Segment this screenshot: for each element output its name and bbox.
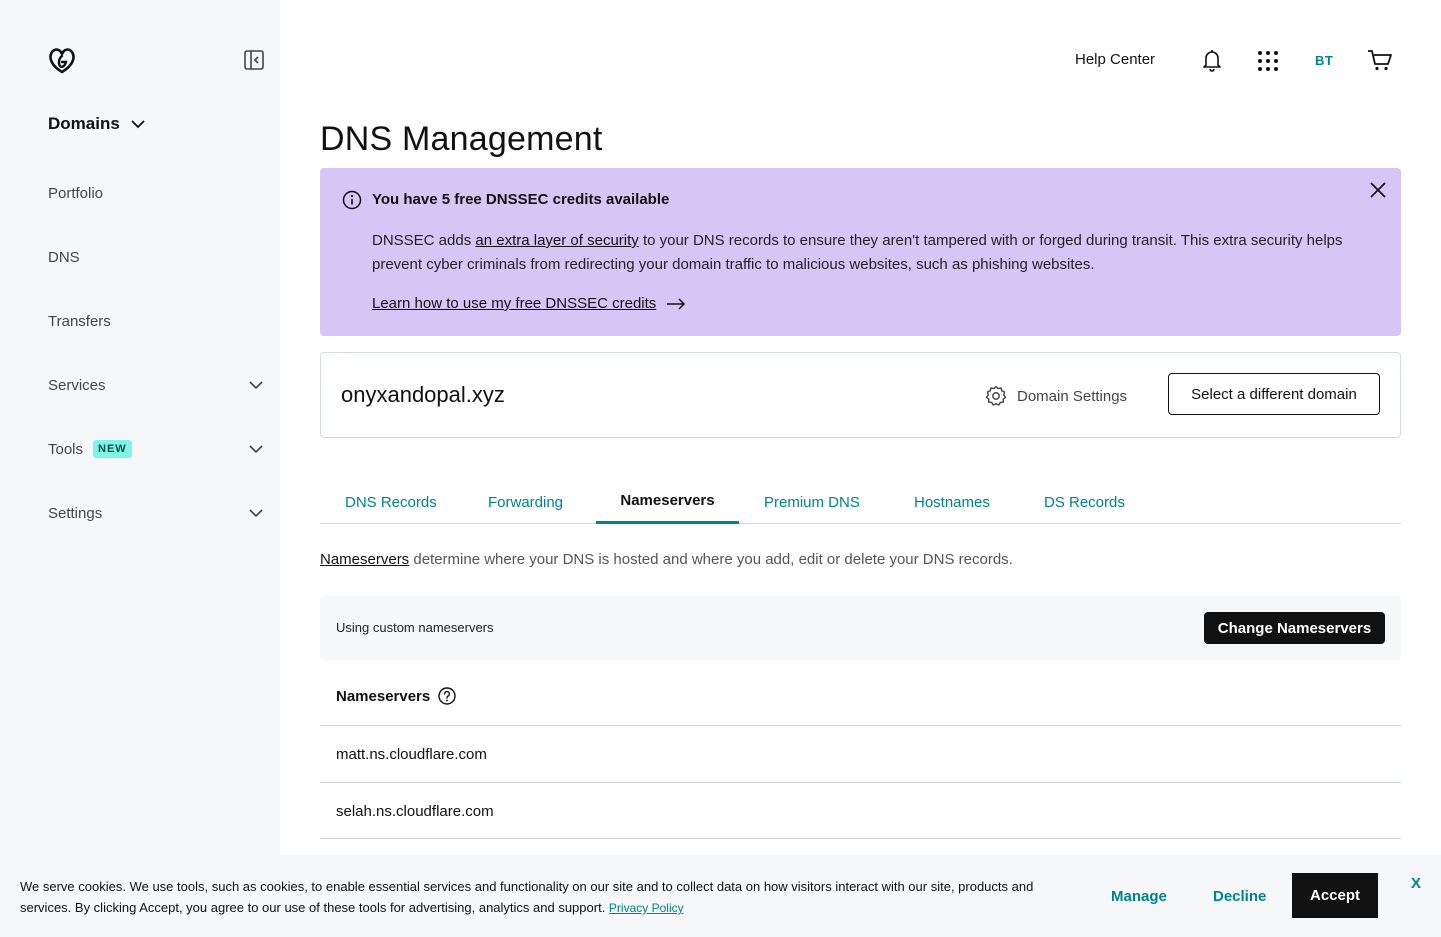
tab-forwarding[interactable]: Forwarding	[463, 480, 588, 524]
tab-dns-records[interactable]: DNS Records	[320, 480, 462, 524]
learn-dnssec-link[interactable]: Learn how to use my free DNSSEC credits	[372, 295, 686, 312]
sidebar-item-transfers[interactable]: Transfers	[48, 306, 264, 336]
nameservers-header-label: Nameservers	[336, 687, 431, 705]
cookie-accept-button[interactable]: Accept	[1292, 873, 1378, 918]
tab-premium-dns[interactable]: Premium DNS	[739, 480, 885, 524]
sidebar-section-title: Domains	[48, 114, 120, 133]
dns-tabs: DNS Records Forwarding Nameservers Premi…	[320, 480, 1401, 524]
chevron-down-icon	[249, 381, 263, 390]
domain-card: onyxandopal.xyz Domain Settings Select a…	[320, 352, 1401, 438]
sidebar: Domains Portfolio DNS Transfers Services…	[0, 0, 280, 937]
sidebar-item-label: DNS	[48, 248, 80, 266]
sidebar-item-label: Tools	[48, 440, 84, 458]
learn-dnssec-link-text[interactable]: Learn how to use my free DNSSEC credits	[372, 295, 656, 312]
privacy-policy-link[interactable]: Privacy Policy	[609, 901, 684, 915]
nameserver-value: selah.ns.cloudflare.com	[336, 803, 494, 820]
nameservers-description-text: determine where your DNS is hosted and w…	[409, 551, 1013, 568]
cookie-decline-button[interactable]: Decline	[1213, 888, 1266, 905]
cookie-close-button[interactable]: X	[1411, 875, 1421, 892]
nameserver-status-text: Using custom nameservers	[336, 620, 494, 635]
table-row: matt.ns.cloudflare.com	[320, 725, 1401, 782]
sidebar-item-services[interactable]: Services	[48, 370, 264, 400]
cookie-text: We serve cookies. We use tools, such as …	[20, 876, 1060, 919]
sidebar-item-label: Services	[48, 376, 106, 394]
nameserver-status-bar: Using custom nameservers Change Nameserv…	[320, 596, 1401, 660]
cookie-text-body: We serve cookies. We use tools, such as …	[20, 879, 1034, 915]
sidebar-section-domains[interactable]: Domains	[48, 114, 146, 134]
sidebar-item-label: Transfers	[48, 312, 111, 330]
bell-icon[interactable]	[1201, 48, 1223, 72]
tab-nameservers[interactable]: Nameservers	[596, 480, 739, 524]
domain-name: onyxandopal.xyz	[341, 382, 505, 407]
help-center-link[interactable]: Help Center	[1075, 51, 1155, 68]
tab-ds-records[interactable]: DS Records	[1019, 480, 1150, 524]
alert-body: DNSSEC adds an extra layer of security t…	[372, 229, 1362, 277]
new-badge: NEW	[93, 440, 132, 458]
arrow-right-icon	[667, 297, 686, 310]
cookie-manage-button[interactable]: Manage	[1111, 888, 1167, 905]
sidebar-item-portfolio[interactable]: Portfolio	[48, 178, 264, 208]
question-circle-icon[interactable]	[438, 687, 456, 705]
apps-grid-icon[interactable]	[1257, 50, 1279, 72]
nameservers-description: Nameservers determine where your DNS is …	[320, 551, 1013, 568]
nameservers-help-link[interactable]: Nameservers	[320, 551, 409, 568]
page-title: DNS Management	[320, 120, 603, 158]
extra-security-link[interactable]: an extra layer of security	[475, 232, 638, 249]
nameserver-value: matt.ns.cloudflare.com	[336, 746, 487, 763]
sidebar-item-settings[interactable]: Settings	[48, 498, 264, 528]
dnssec-alert: You have 5 free DNSSEC credits available…	[320, 168, 1401, 336]
avatar[interactable]: BT	[1315, 53, 1333, 68]
domain-settings-label: Domain Settings	[1017, 387, 1128, 405]
sidebar-item-dns[interactable]: DNS	[48, 242, 264, 272]
info-icon	[342, 190, 362, 210]
cart-icon[interactable]	[1367, 48, 1393, 72]
cookie-banner: We serve cookies. We use tools, such as …	[0, 855, 1441, 937]
alert-body-prefix: DNSSEC adds	[372, 232, 476, 249]
sidebar-item-label: Settings	[48, 504, 103, 522]
change-nameservers-button[interactable]: Change Nameservers	[1204, 612, 1385, 644]
nameservers-header: Nameservers	[336, 687, 456, 705]
godaddy-logo-icon[interactable]	[46, 44, 78, 76]
top-bar: Help Center BT	[280, 0, 1441, 120]
alert-title: You have 5 free DNSSEC credits available	[372, 191, 670, 208]
tab-hostnames[interactable]: Hostnames	[889, 480, 1015, 524]
select-different-domain-button[interactable]: Select a different domain	[1168, 373, 1380, 415]
sidebar-collapse-icon[interactable]	[243, 49, 265, 71]
table-row: selah.ns.cloudflare.com	[320, 782, 1401, 839]
domain-settings-button[interactable]: Domain Settings	[985, 385, 1127, 407]
chevron-down-icon	[249, 445, 263, 454]
sidebar-item-tools[interactable]: Tools NEW	[48, 434, 264, 464]
close-icon[interactable]	[1368, 180, 1388, 200]
sidebar-item-label: Portfolio	[48, 184, 104, 202]
chevron-down-icon	[249, 509, 263, 518]
gear-icon	[985, 385, 1007, 406]
chevron-down-icon	[131, 120, 145, 129]
